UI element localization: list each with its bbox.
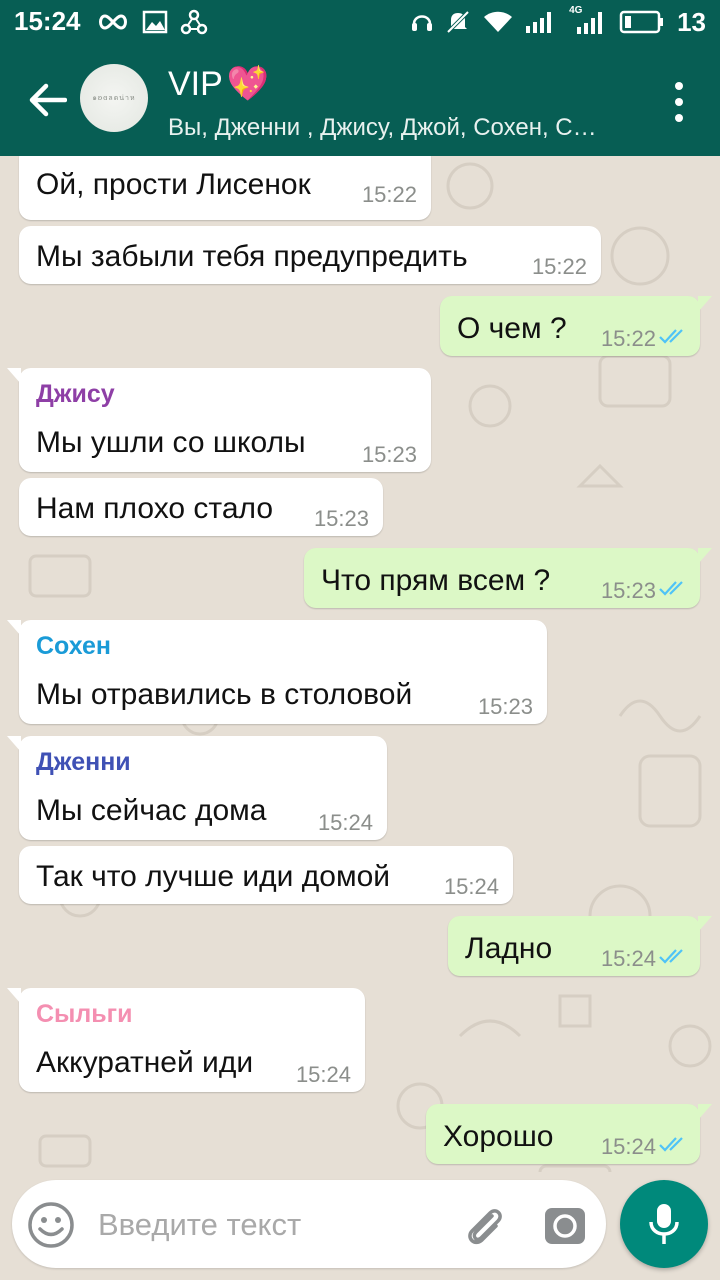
message-time: 15:24	[443, 874, 499, 899]
message-list[interactable]: Ой, прости Лисенок 15:22 Мы забыли тебя …	[0, 156, 720, 1172]
message-time: 15:24	[600, 946, 656, 971]
sender-name: Джису	[36, 380, 115, 408]
message-time: 15:22	[600, 326, 656, 351]
status-bar: 15:24 4G 13	[0, 0, 720, 44]
chat-header: ๑ʚɞลดน่าห VIP 💖 Вы, Дженни , Джису, Джой…	[0, 44, 720, 156]
battery-icon	[619, 10, 665, 34]
network-type-label: 4G	[569, 5, 583, 16]
message-time: 15:24	[295, 1062, 351, 1087]
message-time: 15:23	[361, 442, 417, 467]
message-text: Что прям всем ?	[321, 564, 551, 597]
share-icon	[180, 9, 208, 35]
camera-icon	[545, 1208, 585, 1244]
attach-button[interactable]	[462, 1202, 508, 1248]
double-check-icon	[659, 581, 683, 596]
message-text: Мы забыли тебя предупредить	[36, 240, 468, 273]
arrow-back-icon	[29, 83, 67, 117]
sender-name: Сыльги	[36, 1000, 133, 1028]
message-bubble-outgoing[interactable]: О чем ? 15:22	[440, 296, 712, 356]
double-check-icon	[659, 329, 683, 344]
microphone-icon	[649, 1204, 679, 1244]
message-time: 15:23	[477, 694, 533, 719]
message-text: О чем ?	[457, 312, 567, 345]
dot-icon	[675, 82, 683, 90]
message-text: Мы отравились в столовой	[36, 678, 413, 711]
message-time: 15:23	[313, 506, 369, 531]
message-bubble-incoming[interactable]: Дженни Мы сейчас дома 15:24	[7, 736, 387, 840]
sender-name: Сохен	[36, 632, 111, 660]
double-check-icon	[659, 949, 683, 964]
message-text: Мы сейчас дома	[36, 794, 267, 827]
mute-icon	[445, 9, 471, 35]
message-time: 15:23	[600, 578, 656, 603]
message-bubble-incoming[interactable]: Сохен Мы отравились в столовой 15:23	[7, 620, 547, 724]
message-input[interactable]	[96, 1198, 450, 1252]
chat-title[interactable]: VIP 💖	[168, 64, 269, 104]
message-composer	[12, 1180, 606, 1268]
message-text: Аккуратней иди	[36, 1046, 254, 1079]
camera-button[interactable]	[542, 1202, 588, 1248]
paperclip-icon	[468, 1209, 502, 1245]
group-avatar[interactable]: ๑ʚɞลดน่าห	[80, 64, 148, 132]
gallery-icon	[142, 10, 168, 34]
message-bubble-incoming[interactable]: Ой, прости Лисенок 15:22	[19, 156, 431, 220]
message-text: Так что лучше иди домой	[36, 860, 391, 893]
message-text: Ой, прости Лисенок	[36, 168, 311, 201]
status-time: 15:24	[14, 6, 81, 36]
voice-message-button[interactable]	[620, 1180, 708, 1268]
back-button[interactable]	[22, 78, 74, 122]
dot-icon	[675, 98, 683, 106]
message-text: Ладно	[465, 932, 553, 965]
signal-4g-icon: 4G	[567, 5, 607, 35]
infinity-icon	[96, 12, 130, 32]
message-time: 15:24	[600, 1134, 656, 1159]
double-check-icon	[659, 1137, 683, 1152]
message-bubble-incoming[interactable]: Сыльги Аккуратней иди 15:24	[7, 988, 365, 1092]
wifi-icon	[483, 10, 513, 34]
message-text: Нам плохо стало	[36, 492, 274, 525]
message-time: 15:22	[531, 254, 587, 279]
emoji-button[interactable]	[26, 1200, 76, 1250]
message-bubble-incoming[interactable]: Джису Мы ушли со школы 15:23	[7, 368, 431, 472]
emoji-icon	[28, 1202, 74, 1248]
message-bubble-incoming[interactable]: Так что лучше иди домой 15:24	[19, 846, 513, 904]
more-options-button[interactable]	[672, 82, 686, 122]
message-bubble-outgoing[interactable]: Хорошо 15:24	[426, 1104, 712, 1164]
battery-level: 13	[677, 6, 706, 37]
sender-name: Дженни	[36, 748, 131, 776]
message-time: 15:22	[361, 182, 417, 207]
sparkling-heart-icon: 💖	[226, 65, 270, 103]
message-time: 15:24	[317, 810, 373, 835]
chat-members[interactable]: Вы, Дженни , Джису, Джой, Сохен, С…	[168, 114, 638, 142]
dot-icon	[675, 114, 683, 122]
headset-icon	[411, 10, 433, 34]
message-bubble-outgoing[interactable]: Ладно 15:24	[448, 916, 712, 976]
message-bubble-incoming[interactable]: Мы забыли тебя предупредить 15:22	[19, 226, 601, 284]
signal-icon	[525, 10, 555, 34]
message-bubble-incoming[interactable]: Нам плохо стало 15:23	[19, 478, 383, 536]
message-text: Мы ушли со школы	[36, 426, 306, 459]
message-bubble-outgoing[interactable]: Что прям всем ? 15:23	[304, 548, 712, 608]
avatar-text: ๑ʚɞลดน่าห	[92, 93, 136, 102]
chat-title-text: VIP	[168, 64, 223, 103]
message-text: Хорошо	[443, 1120, 554, 1153]
